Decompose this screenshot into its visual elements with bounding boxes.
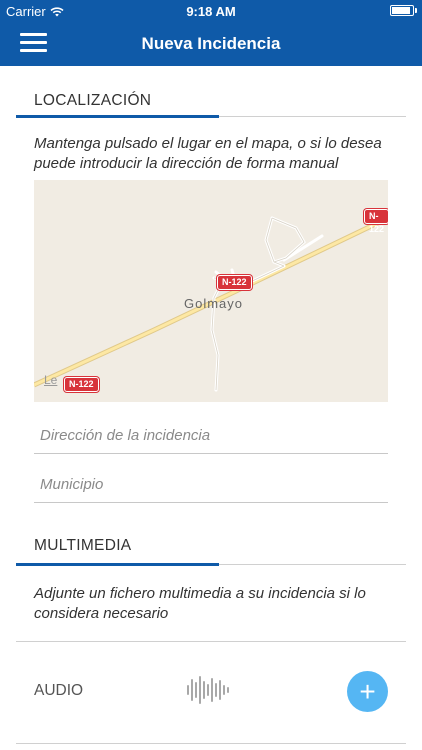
divider bbox=[16, 641, 406, 642]
battery-icon bbox=[390, 5, 417, 16]
road-badge: N-122 bbox=[364, 209, 388, 234]
audio-label: AUDIO bbox=[34, 682, 84, 699]
multimedia-description: Adjunte un fichero multimedia a su incid… bbox=[34, 585, 366, 622]
divider bbox=[16, 743, 406, 744]
location-section-title: LOCALIZACIÓN bbox=[34, 92, 152, 109]
status-time: 9:18 AM bbox=[186, 4, 236, 19]
municipality-input[interactable] bbox=[34, 467, 388, 503]
top-bar: Carrier 9:18 AM Nueva Incidencia bbox=[0, 0, 422, 66]
page-title: Nueva Incidencia bbox=[141, 34, 281, 53]
location-map[interactable]: Golmayo N-122 N-122 N-122 Le bbox=[34, 180, 388, 402]
add-audio-button[interactable]: + bbox=[347, 671, 388, 712]
status-bar: Carrier 9:18 AM bbox=[0, 0, 422, 22]
multimedia-section-title: MULTIMEDIA bbox=[34, 537, 132, 554]
map-town-label: Golmayo bbox=[184, 296, 244, 311]
road-badge: N-122 bbox=[217, 275, 252, 290]
road-badge: N-122 bbox=[64, 377, 99, 392]
location-description: Mantenga pulsado el lugar en el mapa, o … bbox=[34, 135, 382, 172]
nav-bar: Nueva Incidencia bbox=[0, 22, 422, 66]
map-roads bbox=[34, 215, 388, 392]
address-input[interactable] bbox=[34, 418, 388, 454]
audio-wave-icon bbox=[187, 676, 229, 704]
map-legal-link[interactable]: Le bbox=[44, 373, 57, 387]
